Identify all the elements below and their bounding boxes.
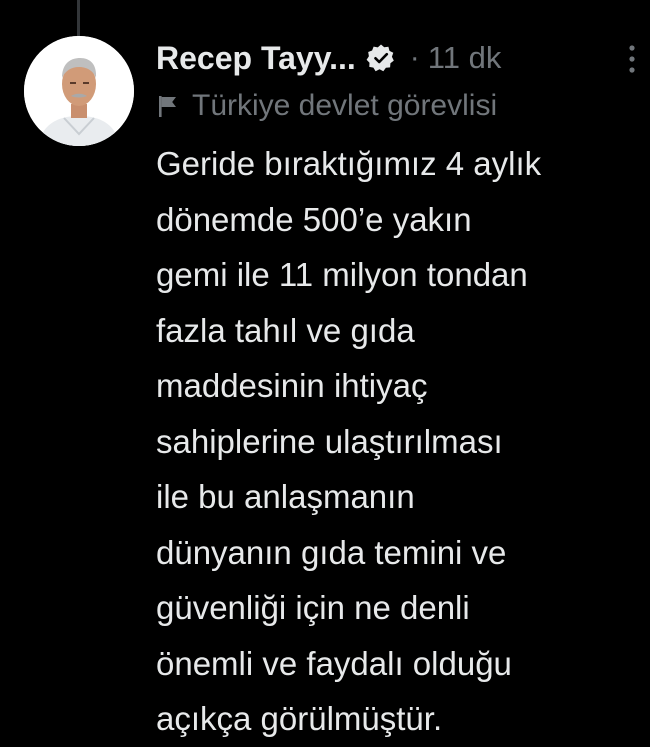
tweet-text-line: gemi ile 11 milyon tondan (156, 256, 528, 293)
tweet-text-line: Geride bıraktığımız 4 aylık (156, 145, 542, 182)
verified-badge-icon (366, 43, 396, 73)
tweet-text-line: ile bu anlaşmanın (156, 478, 415, 515)
tweet-text-line: sahiplerine ulaştırılması (156, 422, 503, 460)
flag-icon (156, 93, 180, 119)
tweet-text-line: dünyanın gıda temini ve (156, 533, 507, 571)
tweet-content: Recep Tayy... · 11 dk Türkiye devlet gör… (156, 34, 635, 747)
affiliation-label[interactable]: Türkiye devlet görevlisi (156, 84, 626, 128)
more-options-icon[interactable] (624, 42, 640, 76)
tweet-header: Recep Tayy... · 11 dk (156, 34, 626, 82)
tweet-text-line: güvenliği için ne denli (156, 589, 470, 626)
separator-dot: · (409, 41, 420, 74)
thread-connector-line (77, 0, 80, 36)
tweet-text: Geride bıraktığımız 4 aylık dönemde 500’… (156, 136, 626, 747)
tweet-text-line: maddesinin ihtiyaç (156, 367, 428, 404)
author-name[interactable]: Recep Tayy... (156, 40, 356, 77)
tweet-text-line: önemli ve faydalı olduğu (156, 644, 512, 682)
tweet-text-line: dönemde 500’e yakın (156, 200, 472, 238)
timestamp[interactable]: 11 dk (428, 40, 502, 76)
avatar[interactable] (24, 36, 134, 146)
avatar-image (24, 36, 134, 146)
affiliation-label-text: Türkiye devlet görevlisi (192, 89, 498, 122)
tweet-text-line: açıkça görülmüştür. (156, 700, 443, 737)
tweet-text-line: fazla tahıl ve gıda (156, 311, 415, 349)
